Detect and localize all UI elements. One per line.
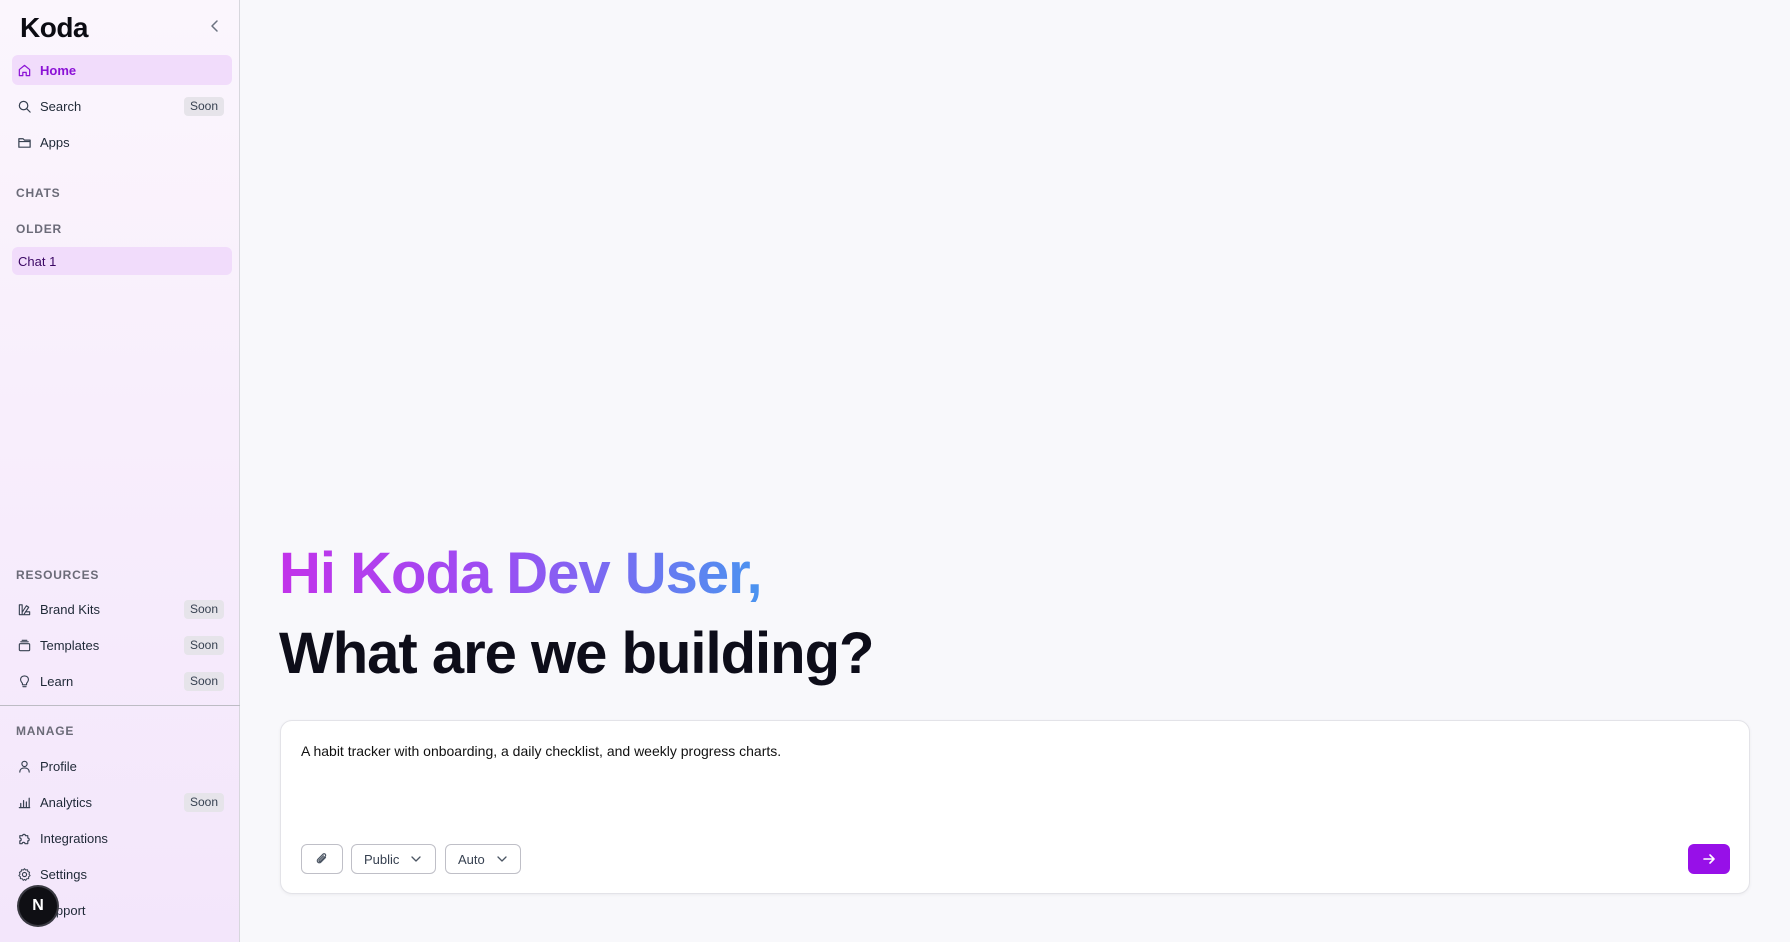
search-icon <box>16 98 32 114</box>
home-icon <box>16 62 32 78</box>
sidebar-item-brand-kits[interactable]: Brand Kits Soon <box>12 594 232 624</box>
sidebar-item-label: Apps <box>40 134 70 150</box>
folder-icon <box>16 134 32 150</box>
sidebar-item-search[interactable]: Search Soon <box>12 91 232 121</box>
collapse-sidebar-button[interactable] <box>206 16 224 36</box>
model-dropdown[interactable]: Auto <box>445 844 521 874</box>
manage-section-label: MANAGE <box>16 724 75 738</box>
paperclip-icon <box>316 853 327 864</box>
older-section-label: OLDER <box>16 222 62 236</box>
sidebar-item-profile[interactable]: Profile <box>12 751 232 781</box>
arrow-right-icon <box>1703 854 1715 864</box>
chat-item[interactable]: Chat 1 <box>12 247 232 275</box>
sidebar-item-label: Analytics <box>40 794 93 810</box>
sidebar: Koda Home Search Soon Apps CHATS OLDER C… <box>0 0 240 942</box>
prompt-input[interactable] <box>301 743 1701 759</box>
soon-badge: Soon <box>183 636 224 655</box>
sidebar-item-apps[interactable]: Apps <box>12 127 232 157</box>
chevron-left-icon <box>211 20 218 32</box>
prompt-composer: Public Auto <box>280 720 1750 894</box>
chats-section-label: CHATS <box>16 186 61 200</box>
attach-button[interactable] <box>301 844 343 874</box>
visibility-dropdown[interactable]: Public <box>351 844 436 874</box>
model-value: Auto <box>458 851 485 867</box>
sidebar-item-label: Integrations <box>40 830 108 846</box>
sidebar-item-label: Brand Kits <box>40 601 100 617</box>
user-avatar[interactable]: N <box>19 887 57 925</box>
sidebar-item-home[interactable]: Home <box>12 55 232 85</box>
sidebar-item-label: Templates <box>40 637 100 653</box>
user-icon <box>16 758 32 774</box>
sidebar-item-label: Home <box>40 62 77 78</box>
soon-badge: Soon <box>183 672 224 691</box>
sidebar-item-settings[interactable]: Settings <box>12 859 232 889</box>
bar-chart-icon <box>16 794 32 810</box>
gear-icon <box>16 866 32 882</box>
koda-logo[interactable]: Koda <box>20 12 89 44</box>
puzzle-icon <box>16 830 32 846</box>
brand-kit-icon <box>16 601 32 617</box>
lightbulb-icon <box>16 673 32 689</box>
page-headline: What are we building? <box>279 621 874 686</box>
sidebar-item-label: Profile <box>40 758 77 774</box>
sidebar-divider <box>0 705 240 706</box>
soon-badge: Soon <box>183 600 224 619</box>
resources-section-label: RESOURCES <box>16 568 100 582</box>
greeting-heading: Hi Koda Dev User, <box>279 536 763 612</box>
soon-badge: Soon <box>183 793 224 812</box>
templates-icon <box>16 637 32 653</box>
chevron-down-icon <box>409 852 423 866</box>
sidebar-item-label: Learn <box>40 673 74 689</box>
sidebar-item-integrations[interactable]: Integrations <box>12 823 232 853</box>
sidebar-item-analytics[interactable]: Analytics Soon <box>12 787 232 817</box>
sidebar-item-label: Search <box>40 98 82 114</box>
visibility-value: Public <box>364 851 400 867</box>
soon-badge: Soon <box>183 97 224 116</box>
chevron-down-icon <box>495 852 509 866</box>
send-button[interactable] <box>1688 844 1730 874</box>
chat-item-label: Chat 1 <box>18 253 57 269</box>
sidebar-item-learn[interactable]: Learn Soon <box>12 666 232 696</box>
sidebar-item-templates[interactable]: Templates Soon <box>12 630 232 660</box>
sidebar-item-label: Settings <box>40 866 87 882</box>
